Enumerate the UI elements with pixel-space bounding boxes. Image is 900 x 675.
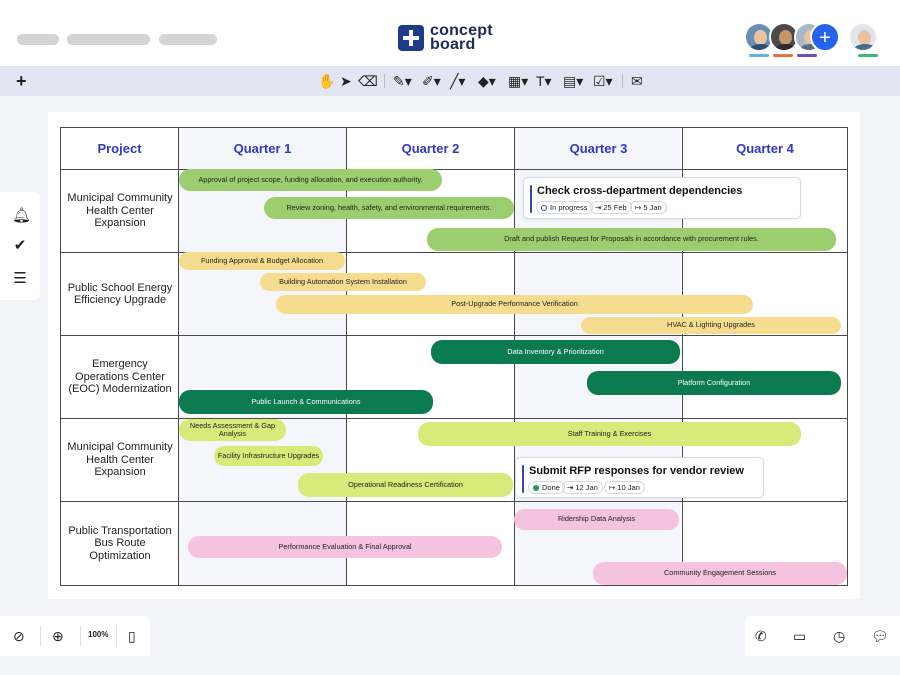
task-bar[interactable]: Community Engagement Sessions (593, 562, 847, 585)
task-bar[interactable]: Public Launch & Communications (179, 390, 433, 414)
logo-text: concept board (430, 23, 493, 53)
done-icon (533, 485, 539, 491)
card-title: Submit RFP responses for vendor review (529, 465, 744, 477)
divider (40, 626, 41, 646)
line-tool-icon[interactable]: ╱▾ (450, 72, 465, 90)
task-bar[interactable]: Platform Configuration (587, 371, 841, 395)
text-tool-icon[interactable]: T▾ (536, 72, 552, 90)
task-bar[interactable]: Needs Assessment & Gap Analysis (179, 419, 286, 441)
task-card[interactable]: Check cross-department dependencies In p… (523, 177, 801, 219)
divider (80, 626, 81, 646)
avatar-indicator (797, 54, 817, 57)
timer-icon[interactable]: ◷ (833, 628, 845, 644)
avatar-indicator (773, 54, 793, 57)
status-badge[interactable]: In progress (536, 201, 593, 214)
status-badge[interactable]: Done (528, 481, 565, 494)
end-date: 10 Jan (617, 483, 640, 492)
top-bar: concept board + (0, 0, 900, 66)
divider (116, 626, 117, 646)
logo-line-2: board (430, 36, 476, 53)
task-bar[interactable]: Post-Upgrade Performance Verification (276, 295, 753, 314)
task-bar[interactable]: Draft and publish Request for Proposals … (427, 228, 836, 251)
end-date-chip[interactable]: ↦ 10 Jan (604, 481, 645, 494)
task-bar[interactable]: Ridership Data Analysis (514, 509, 679, 530)
list-icon[interactable]: ☰ (12, 271, 28, 287)
zoom-in-icon[interactable]: ⊕ (52, 628, 64, 644)
board-info-placeholder[interactable] (159, 34, 217, 45)
in-progress-icon (541, 205, 547, 211)
row-label: Municipal Community Health Center Expans… (67, 441, 173, 479)
add-collaborator-button[interactable]: + (810, 22, 840, 52)
logo-mark-icon (398, 25, 424, 51)
card-title: Check cross-department dependencies (537, 185, 743, 197)
navigation-controls: ⊘ ⊕ 100% ▯ (0, 616, 150, 656)
row-label: Emergency Operations Center (EOC) Modern… (68, 358, 172, 396)
start-date-chip[interactable]: ⇥ 12 Jan (562, 481, 603, 494)
check-circle-icon[interactable]: ✔ (12, 238, 28, 254)
task-bar[interactable]: HVAC & Lighting Upgrades (581, 317, 841, 334)
table-icon[interactable]: ▦▾ (508, 72, 528, 90)
plus-icon[interactable]: + (16, 72, 27, 90)
toolbar: + ✋ ➤ ⌫ ✎▾ ✐▾ ╱▾ ◆▾ ▦▾ T▾ ▤▾ ☑▾ ✉ (0, 66, 900, 96)
board-title-placeholder[interactable] (67, 34, 150, 45)
sticky-note-icon[interactable]: ▤▾ (563, 72, 583, 90)
hand-tool-icon[interactable]: ✋ (318, 72, 335, 90)
conceptboard-logo: concept board (398, 23, 493, 53)
toolbar-divider (384, 74, 385, 88)
bell-icon[interactable]: 🔔︎ (12, 208, 31, 224)
task-bar[interactable]: Funding Approval & Budget Allocation (179, 252, 345, 270)
header-quarter-3: Quarter 3 (569, 141, 628, 156)
header-quarter-1: Quarter 1 (233, 141, 292, 156)
current-user-indicator (858, 54, 878, 57)
end-date-chip[interactable]: ↦ 5 Jan (630, 201, 667, 214)
avatar-indicator (749, 54, 769, 57)
toolbar-divider (622, 74, 623, 88)
start-date-chip[interactable]: ⇥ 25 Feb (590, 201, 632, 214)
task-bar[interactable]: Building Automation System Installation (260, 273, 426, 291)
task-bar[interactable]: Review zoning, health, safety, and envir… (264, 197, 514, 219)
header-quarter-4: Quarter 4 (736, 141, 794, 156)
status-label: In progress (550, 203, 588, 212)
chat-icon[interactable]: 💬︎ (871, 628, 889, 644)
header-quarter-2: Quarter 2 (401, 141, 460, 156)
task-bar[interactable]: Facility Infrastructure Upgrades (214, 446, 323, 466)
pen-tool-icon[interactable]: ✎▾ (393, 72, 412, 90)
header-project: Project (97, 141, 142, 156)
task-bar[interactable]: Operational Readiness Certification (298, 473, 513, 497)
side-panel: 🔔︎ ✔ ☰ (0, 192, 40, 300)
zoom-level[interactable]: 100% (88, 630, 108, 639)
task-bar[interactable]: Data Inventory & Prioritization (431, 340, 680, 364)
current-user-avatar[interactable] (848, 22, 878, 52)
phone-icon[interactable]: ✆ (755, 628, 767, 644)
task-bar[interactable]: Approval of project scope, funding alloc… (179, 169, 442, 191)
eraser-icon[interactable]: ⌫ (358, 72, 378, 90)
highlighter-icon[interactable]: ✐▾ (422, 72, 441, 90)
compass-icon[interactable]: ⊘ (13, 628, 25, 644)
board-menu-placeholder[interactable] (17, 34, 59, 45)
end-date: 5 Jan (643, 203, 662, 212)
presentation-icon[interactable]: ▭ (793, 628, 806, 644)
task-bar[interactable]: Performance Evaluation & Final Approval (188, 536, 502, 558)
card-accent (522, 465, 524, 493)
start-date: 25 Feb (603, 203, 627, 212)
start-date: 12 Jan (575, 483, 598, 492)
select-pointer-icon[interactable]: ➤ (340, 72, 352, 90)
card-accent (530, 185, 532, 213)
task-card[interactable]: Submit RFP responses for vendor review D… (515, 457, 764, 498)
row-label: Public School Energy Efficiency Upgrade (67, 281, 173, 307)
task-bar[interactable]: Staff Training & Exercises (418, 422, 801, 446)
mouse-icon[interactable]: ▯ (128, 628, 136, 644)
task-card-icon[interactable]: ☑▾ (593, 72, 613, 90)
status-label: Done (542, 483, 560, 492)
comment-icon[interactable]: ✉ (631, 72, 643, 90)
shapes-icon[interactable]: ◆▾ (478, 72, 496, 90)
row-label: Public Transportation Bus Route Optimiza… (68, 524, 172, 562)
row-label: Municipal Community Health Center Expans… (67, 192, 173, 230)
collaboration-controls: ✆ ▭ ◷ 💬︎ (745, 616, 900, 656)
